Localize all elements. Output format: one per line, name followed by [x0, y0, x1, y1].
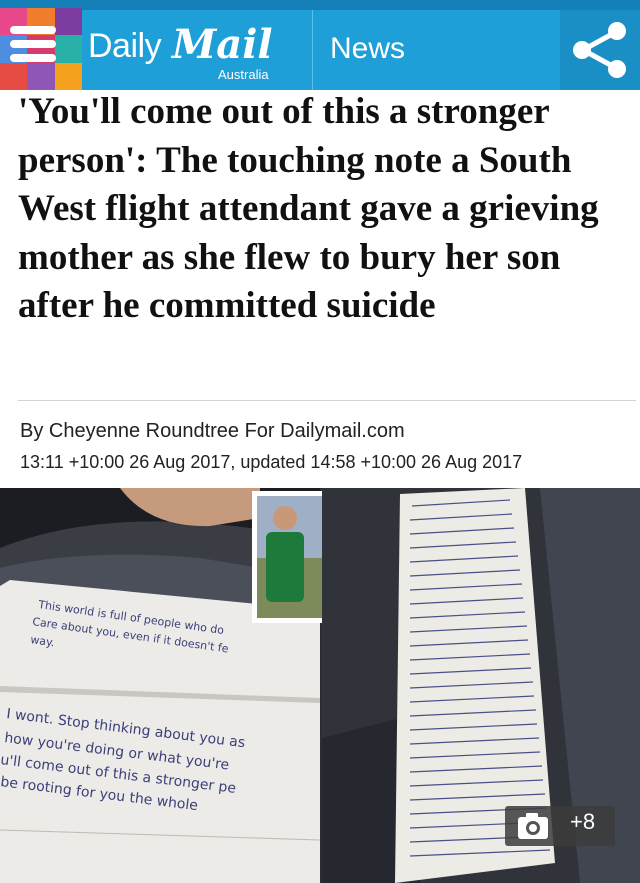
article-headline: 'You'll come out of this a stronger pers…	[18, 91, 599, 326]
share-icon	[573, 22, 626, 78]
hamburger-menu-icon[interactable]	[10, 26, 56, 74]
article-dateline: 13:11 +10:00 26 Aug 2017, updated 14:58 …	[20, 452, 523, 472]
header-top-strip	[0, 0, 640, 10]
logo-daily-text: Daily	[88, 27, 162, 65]
camera-icon	[518, 813, 548, 839]
section-tab-news[interactable]: News	[330, 32, 405, 66]
share-button[interactable]	[560, 10, 640, 90]
mosaic-tile	[54, 62, 82, 90]
photo-gallery-badge[interactable]	[505, 806, 615, 846]
article-byline: By Cheyenne Roundtree For Dailymail.com	[20, 420, 405, 442]
logo-mail-text: Mail	[172, 21, 273, 68]
logo-edition-label: Australia	[218, 67, 269, 82]
photo-gallery-count[interactable]: +8	[570, 809, 595, 835]
handwritten-note-left: This world is full of people who do Care…	[0, 580, 321, 883]
app-header: Daily Mail Australia News	[0, 0, 640, 90]
header-divider	[312, 10, 313, 90]
mosaic-tile	[54, 35, 82, 63]
headline-separator	[18, 400, 636, 401]
mosaic-tile	[54, 8, 82, 36]
